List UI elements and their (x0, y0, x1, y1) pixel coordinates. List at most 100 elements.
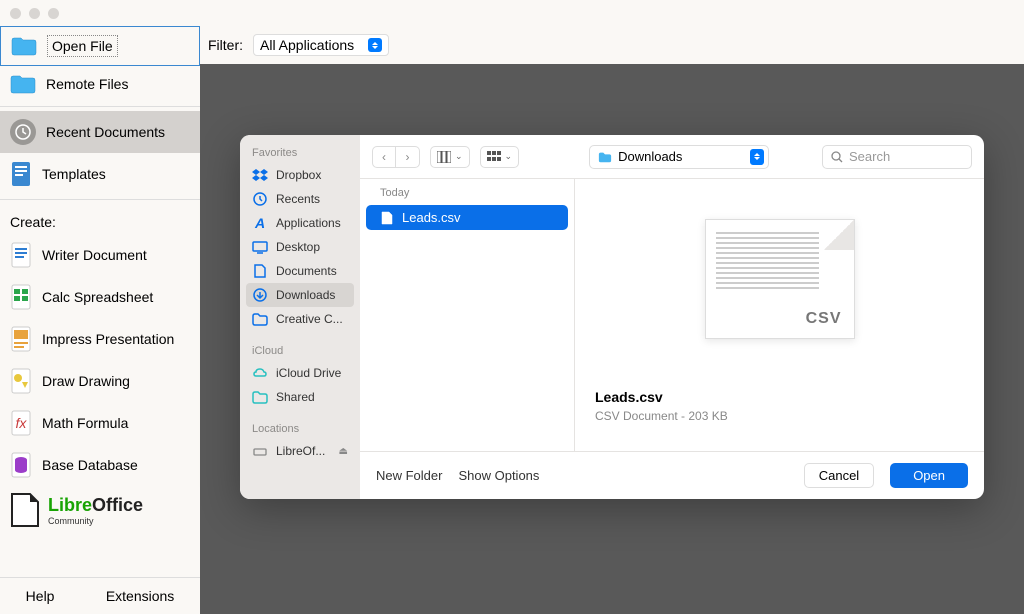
search-icon (831, 151, 843, 163)
calc-button[interactable]: Calc Spreadsheet (0, 276, 200, 318)
draw-label: Draw Drawing (42, 373, 130, 389)
sidebar-item-libreoffice-disk[interactable]: LibreOf... ⏏ (240, 439, 360, 463)
templates-button[interactable]: Templates (0, 153, 200, 195)
writer-label: Writer Document (42, 247, 147, 263)
apps-icon: A (252, 215, 268, 231)
impress-button[interactable]: Impress Presentation (0, 318, 200, 360)
open-button[interactable]: Open (890, 463, 968, 488)
templates-label: Templates (42, 166, 106, 182)
dropbox-icon (252, 167, 268, 183)
file-group-label: Today (360, 179, 574, 205)
math-label: Math Formula (42, 415, 128, 431)
remote-files-label: Remote Files (46, 76, 128, 92)
base-icon (10, 452, 32, 478)
filter-label: Filter: (208, 37, 243, 53)
location-dropdown[interactable]: Downloads (589, 145, 769, 169)
dialog-sidebar: Favorites Dropbox Recents A Applications… (240, 135, 360, 499)
recent-documents-button[interactable]: Recent Documents (0, 111, 200, 153)
base-button[interactable]: Base Database (0, 444, 200, 486)
recent-documents-label: Recent Documents (46, 124, 165, 140)
remote-files-button[interactable]: Remote Files (0, 66, 200, 102)
filter-bar: Filter: All Applications (200, 26, 1024, 64)
cancel-button[interactable]: Cancel (804, 463, 874, 488)
clock-icon (10, 119, 36, 145)
bottom-links: Help Extensions (0, 577, 200, 614)
filter-select[interactable]: All Applications (253, 34, 389, 56)
dialog-footer: New Folder Show Options Cancel Open (360, 451, 984, 499)
sidebar-item-applications[interactable]: A Applications (240, 211, 360, 235)
csv-badge: CSV (806, 310, 842, 328)
writer-button[interactable]: Writer Document (0, 234, 200, 276)
view-columns-button[interactable]: ⌄ (430, 146, 470, 168)
minimize-window-icon[interactable] (29, 8, 40, 19)
documents-icon (252, 263, 268, 279)
favorites-section-label: Favorites (240, 143, 360, 163)
view-grid-button[interactable]: ⌄ (480, 146, 520, 168)
help-link[interactable]: Help (26, 588, 55, 604)
new-folder-button[interactable]: New Folder (376, 468, 442, 483)
open-file-label: Open File (47, 35, 118, 57)
filter-value: All Applications (260, 37, 354, 53)
close-window-icon[interactable] (10, 8, 21, 19)
file-name: Leads.csv (402, 210, 461, 225)
writer-icon (10, 242, 32, 268)
calc-label: Calc Spreadsheet (42, 289, 153, 305)
clock-icon (252, 191, 268, 207)
eject-icon[interactable]: ⏏ (339, 446, 348, 457)
open-file-button[interactable]: Open File (0, 26, 200, 66)
sidebar-item-desktop[interactable]: Desktop (240, 235, 360, 259)
sidebar-item-creative[interactable]: Creative C... (240, 307, 360, 331)
dialog-main: ‹ › ⌄ ⌄ Downloads Searc (360, 135, 984, 499)
svg-text:fx: fx (16, 415, 28, 431)
sidebar-item-dropbox[interactable]: Dropbox (240, 163, 360, 187)
downloads-icon (252, 287, 268, 303)
nav-forward-button[interactable]: › (396, 146, 420, 168)
divider (0, 199, 200, 200)
start-center-sidebar: Open File Remote Files Recent Documents … (0, 26, 200, 614)
sidebar-item-documents[interactable]: Documents (240, 259, 360, 283)
logo-main-text: LibreOffice (48, 495, 143, 516)
calc-icon (10, 284, 32, 310)
preview-thumbnail: CSV (705, 219, 855, 339)
divider (0, 106, 200, 107)
sidebar-item-shared[interactable]: Shared (240, 385, 360, 409)
sidebar-item-recents[interactable]: Recents (240, 187, 360, 211)
folder-icon (11, 36, 37, 56)
columns-icon (437, 151, 451, 163)
base-label: Base Database (42, 457, 138, 473)
disk-icon (252, 443, 268, 459)
preview-meta: CSV Document - 203 KB (595, 409, 964, 423)
grid-icon (487, 151, 501, 163)
svg-text:A: A (254, 215, 265, 231)
location-label: Downloads (618, 149, 682, 164)
icloud-section-label: iCloud (240, 341, 360, 361)
create-label: Create: (0, 204, 200, 234)
chevron-down-icon: ⌄ (455, 151, 463, 162)
libreoffice-logo: LibreOffice Community (0, 486, 200, 534)
show-options-button[interactable]: Show Options (458, 468, 539, 483)
dropdown-arrows-icon (750, 149, 764, 165)
folder-remote-icon (10, 74, 36, 94)
math-button[interactable]: fx Math Formula (0, 402, 200, 444)
file-list: Today Leads.csv (360, 179, 575, 451)
nav-back-button[interactable]: ‹ (372, 146, 396, 168)
preview-filename: Leads.csv (595, 389, 964, 405)
file-item-leads-csv[interactable]: Leads.csv (366, 205, 568, 230)
search-input[interactable]: Search (822, 145, 972, 169)
file-preview: CSV Leads.csv CSV Document - 203 KB (575, 179, 984, 451)
maximize-window-icon[interactable] (48, 8, 59, 19)
templates-icon (10, 161, 32, 187)
dropdown-arrows-icon (368, 38, 382, 52)
file-open-dialog: Favorites Dropbox Recents A Applications… (240, 135, 984, 499)
draw-icon (10, 368, 32, 394)
extensions-link[interactable]: Extensions (106, 588, 174, 604)
impress-icon (10, 326, 32, 352)
sidebar-item-icloud-drive[interactable]: iCloud Drive (240, 361, 360, 385)
chevron-down-icon: ⌄ (505, 151, 513, 162)
locations-section-label: Locations (240, 419, 360, 439)
draw-button[interactable]: Draw Drawing (0, 360, 200, 402)
shared-folder-icon (252, 389, 268, 405)
desktop-icon (252, 239, 268, 255)
dialog-toolbar: ‹ › ⌄ ⌄ Downloads Searc (360, 135, 984, 179)
sidebar-item-downloads[interactable]: Downloads (246, 283, 354, 307)
